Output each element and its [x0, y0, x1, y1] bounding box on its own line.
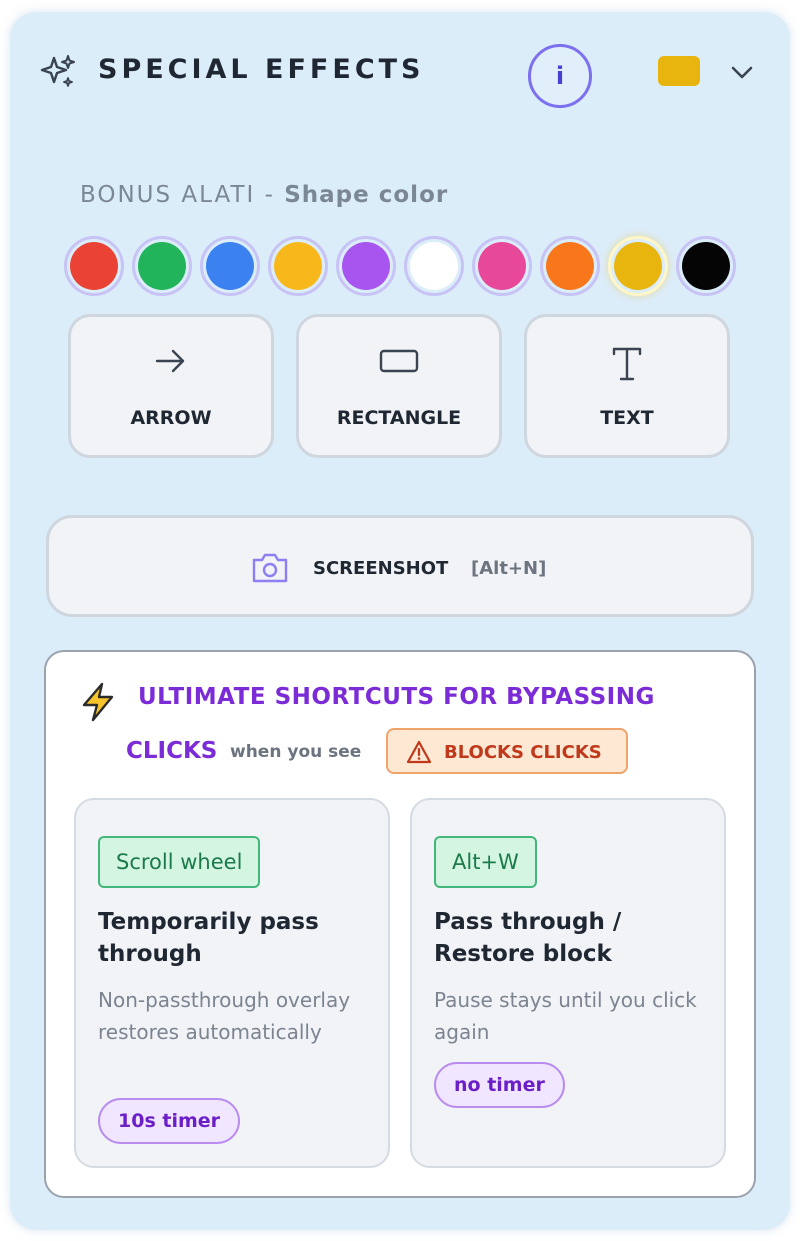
label-separator: -	[255, 182, 285, 208]
screenshot-label: SCREENSHOT	[313, 558, 449, 579]
shortcut-card-scroll: Scroll wheel Temporarily pass through No…	[74, 798, 390, 1168]
color-option-1[interactable]	[132, 236, 192, 296]
arrow-right-icon	[155, 349, 185, 373]
blocks-clicks-text: BLOCKS CLICKS	[444, 742, 602, 763]
color-option-2[interactable]	[200, 236, 260, 296]
drawing-tools: ARROW RECTANGLE TEXT	[68, 314, 732, 460]
bonus-tools-label: BONUS ALATI	[80, 182, 256, 208]
color-option-9[interactable]	[676, 236, 736, 296]
timer-chip: 10s timer	[98, 1098, 241, 1144]
shortcut-card-title: Temporarily pass through	[98, 909, 319, 967]
color-option-5[interactable]	[404, 236, 464, 296]
shortcuts-title-line2: CLICKS	[126, 738, 218, 764]
color-option-7[interactable]	[540, 236, 600, 296]
text-icon	[612, 347, 642, 381]
shape-color-sublabel: Shape color	[284, 182, 449, 208]
text-tool-label: TEXT	[600, 407, 654, 429]
color-option-3[interactable]	[268, 236, 328, 296]
shortcut-card-altw: Alt+W Pass through / Restore block Pause…	[410, 798, 726, 1168]
rectangle-tool-button[interactable]: RECTANGLE	[296, 314, 502, 458]
color-option-8[interactable]	[608, 236, 668, 296]
arrow-tool-label: ARROW	[130, 407, 212, 429]
shortcut-card-title: Pass through / Restore block	[434, 909, 622, 967]
blocks-clicks-badge: BLOCKS CLICKS	[386, 728, 628, 774]
shortcuts-title-line1: ULTIMATE SHORTCUTS FOR BYPASSING	[138, 684, 655, 710]
warning-icon	[406, 740, 432, 764]
shortcuts-section: ULTIMATE SHORTCUTS FOR BYPASSING CLICKS …	[44, 650, 756, 1198]
color-option-4[interactable]	[336, 236, 396, 296]
screenshot-button[interactable]: SCREENSHOT [Alt+N]	[46, 515, 754, 617]
lightning-bolt-icon	[82, 682, 114, 722]
shortcut-key-chip: Scroll wheel	[98, 836, 261, 888]
shortcut-key-chip: Alt+W	[434, 836, 537, 888]
sparkles-icon	[40, 55, 75, 87]
when-you-see-text: when you see	[230, 742, 362, 762]
screenshot-shortcut: [Alt+N]	[471, 558, 547, 579]
special-effects-panel: SPECIAL EFFECTS i BONUS ALATI - Shape co…	[10, 12, 790, 1230]
text-tool-button[interactable]: TEXT	[524, 314, 730, 458]
timer-chip: no timer	[434, 1062, 565, 1108]
color-option-0[interactable]	[64, 236, 124, 296]
chevron-down-icon[interactable]	[728, 58, 756, 86]
color-palette	[64, 236, 744, 296]
info-button[interactable]: i	[528, 44, 592, 108]
arrow-tool-button[interactable]: ARROW	[68, 314, 274, 458]
panel-header: SPECIAL EFFECTS i	[10, 12, 790, 132]
shape-color-label: BONUS ALATI - Shape color	[80, 182, 448, 208]
camera-icon	[252, 553, 288, 583]
rectangle-tool-label: RECTANGLE	[336, 407, 462, 429]
shortcut-card-description: Pause stays until you click again	[434, 988, 697, 1044]
color-option-6[interactable]	[472, 236, 532, 296]
rectangle-icon	[379, 349, 419, 373]
shortcut-card-description: Non-passthrough overlay restores automat…	[98, 988, 351, 1044]
current-color-swatch[interactable]	[658, 56, 700, 86]
panel-title: SPECIAL EFFECTS	[98, 54, 425, 85]
